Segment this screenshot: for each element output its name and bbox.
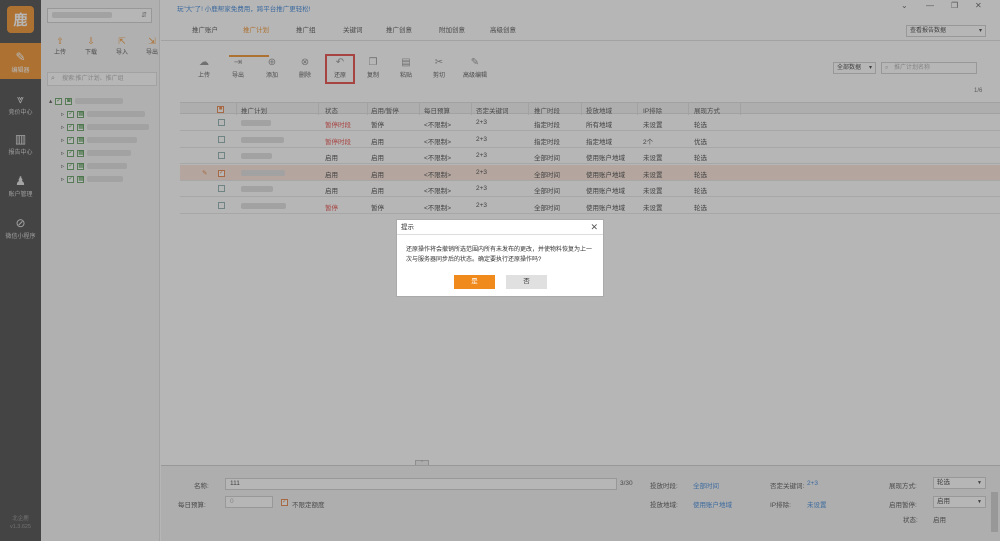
dialog-message: 还原操作将会撤销所选范围内所有未发布的更改，并使物料恢复为上一次与服务器同步后的… <box>406 247 593 263</box>
dialog-title: 提示 <box>397 220 603 235</box>
restore-confirm-dialog: 提示 ✕ 还原操作将会撤销所选范围内所有未发布的更改，并使物料恢复为上一次与服务… <box>396 219 604 297</box>
confirm-no-button[interactable]: 否 <box>506 275 547 289</box>
close-icon[interactable]: ✕ <box>590 222 598 233</box>
confirm-yes-button[interactable]: 是 <box>454 275 495 289</box>
